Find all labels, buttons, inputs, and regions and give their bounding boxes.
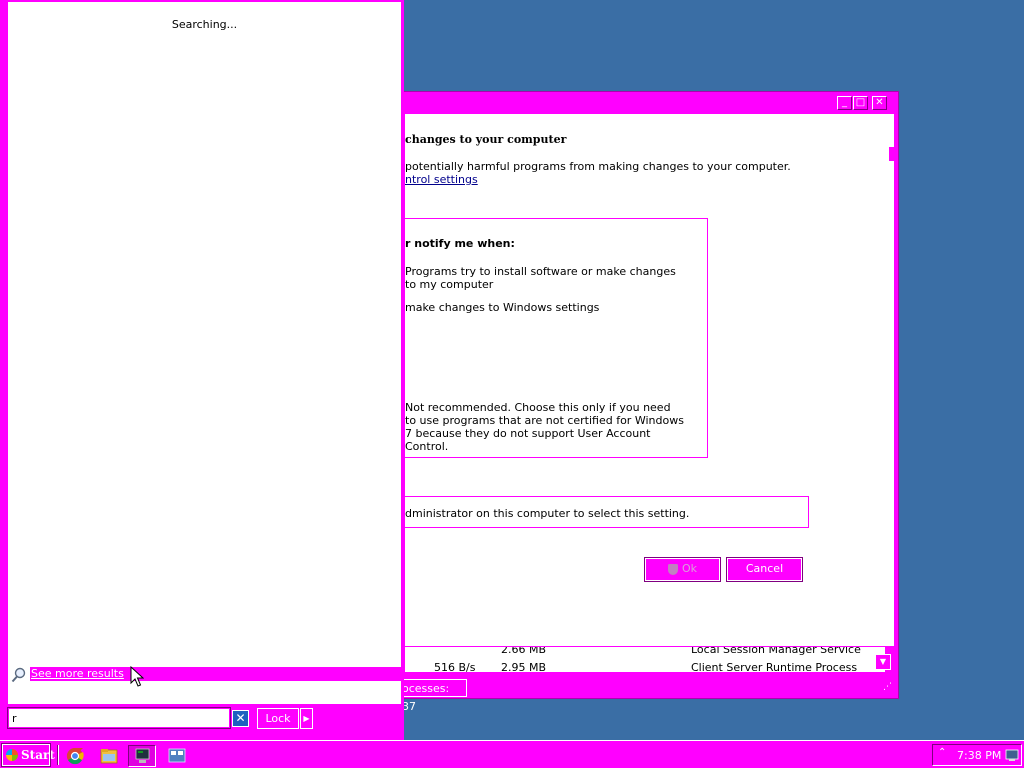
mem-cell: 2.95 MB: [501, 661, 547, 672]
ok-label: Ok: [681, 562, 698, 575]
desc-cell: Local Session Manager Service: [691, 646, 861, 656]
searching-status: Searching...: [171, 18, 238, 31]
notify-option-install: Programs try to install software or make…: [405, 265, 676, 291]
start-button[interactable]: Start: [1, 743, 55, 767]
show-hidden-icons-icon[interactable]: ⌃: [938, 747, 946, 758]
uac-settings-window: _ □ ✕ changes to your computer potential…: [396, 91, 899, 713]
uac-settings-link[interactable]: ntrol settings: [405, 173, 478, 186]
start-menu: Searching... See more results ✕ Lock ▶: [0, 0, 404, 740]
folder-icon[interactable]: [95, 745, 123, 767]
vertical-scrollbar[interactable]: [889, 114, 894, 646]
process-list: 2.66 MB Local Session Manager Service 51…: [405, 646, 885, 672]
maximize-button[interactable]: □: [853, 96, 868, 110]
ok-button[interactable]: Ok: [644, 557, 721, 582]
terminal-task-button[interactable]: [128, 745, 156, 767]
see-more-results[interactable]: See more results: [8, 667, 401, 684]
windows-logo-icon: [6, 749, 18, 761]
shield-icon: [667, 563, 678, 575]
cancel-button[interactable]: Cancel: [726, 557, 803, 582]
table-row[interactable]: 2.66 MB Local Session Manager Service: [405, 646, 885, 656]
minimize-button[interactable]: _: [837, 96, 852, 110]
network-status-icon[interactable]: [1005, 748, 1019, 762]
notify-level-box: r notify me when: Programs try to instal…: [405, 218, 708, 458]
lock-options-arrow-icon[interactable]: ▶: [300, 708, 313, 729]
see-more-label[interactable]: See more results: [30, 667, 401, 681]
clear-search-icon[interactable]: ✕: [232, 710, 249, 727]
taskbar-clock[interactable]: 7:38 PM: [957, 749, 1001, 762]
mouse-cursor-icon: [130, 666, 144, 687]
window-titlebar[interactable]: _ □ ✕: [397, 92, 898, 114]
notify-option-warning: Not recommended. Choose this only if you…: [405, 401, 684, 453]
admin-note-box: dministrator on this computer to select …: [405, 496, 809, 528]
notify-option-settings: make changes to Windows settings: [405, 301, 600, 314]
start-label: Start: [21, 748, 55, 762]
taskbar-separator: [57, 745, 59, 765]
terminal-icon: [135, 748, 150, 763]
scrollbar-thumb[interactable]: [889, 147, 894, 161]
start-search-input[interactable]: [7, 707, 231, 729]
system-tray: ⌃ 7:38 PM: [932, 744, 1022, 766]
uac-content-panel: changes to your computer potentially har…: [405, 114, 889, 646]
close-button[interactable]: ✕: [872, 96, 887, 110]
network-monitor-icon[interactable]: [163, 745, 191, 767]
taskbar: Start ⌃ 7:38 PM: [0, 740, 1024, 768]
resize-grip-icon[interactable]: ⋰: [883, 682, 895, 694]
search-results-panel: Searching... See more results: [8, 2, 401, 704]
search-icon: [11, 667, 26, 683]
admin-note: dministrator on this computer to select …: [405, 507, 690, 520]
uac-heading: changes to your computer: [405, 133, 567, 146]
process-count-status: ocesses: 37: [397, 679, 467, 713]
desc-cell: Client Server Runtime Process: [691, 661, 858, 672]
notify-title: r notify me when:: [405, 237, 515, 250]
table-row[interactable]: 516 B/s 2.95 MB Client Server Runtime Pr…: [405, 661, 885, 672]
chrome-icon[interactable]: [61, 745, 89, 767]
uac-description: potentially harmful programs from making…: [405, 160, 791, 173]
net-cell: 516 B/s: [434, 661, 476, 672]
lock-button[interactable]: Lock: [257, 708, 299, 729]
mem-cell: 2.66 MB: [501, 646, 547, 656]
scroll-down-button[interactable]: ▼: [875, 654, 891, 670]
